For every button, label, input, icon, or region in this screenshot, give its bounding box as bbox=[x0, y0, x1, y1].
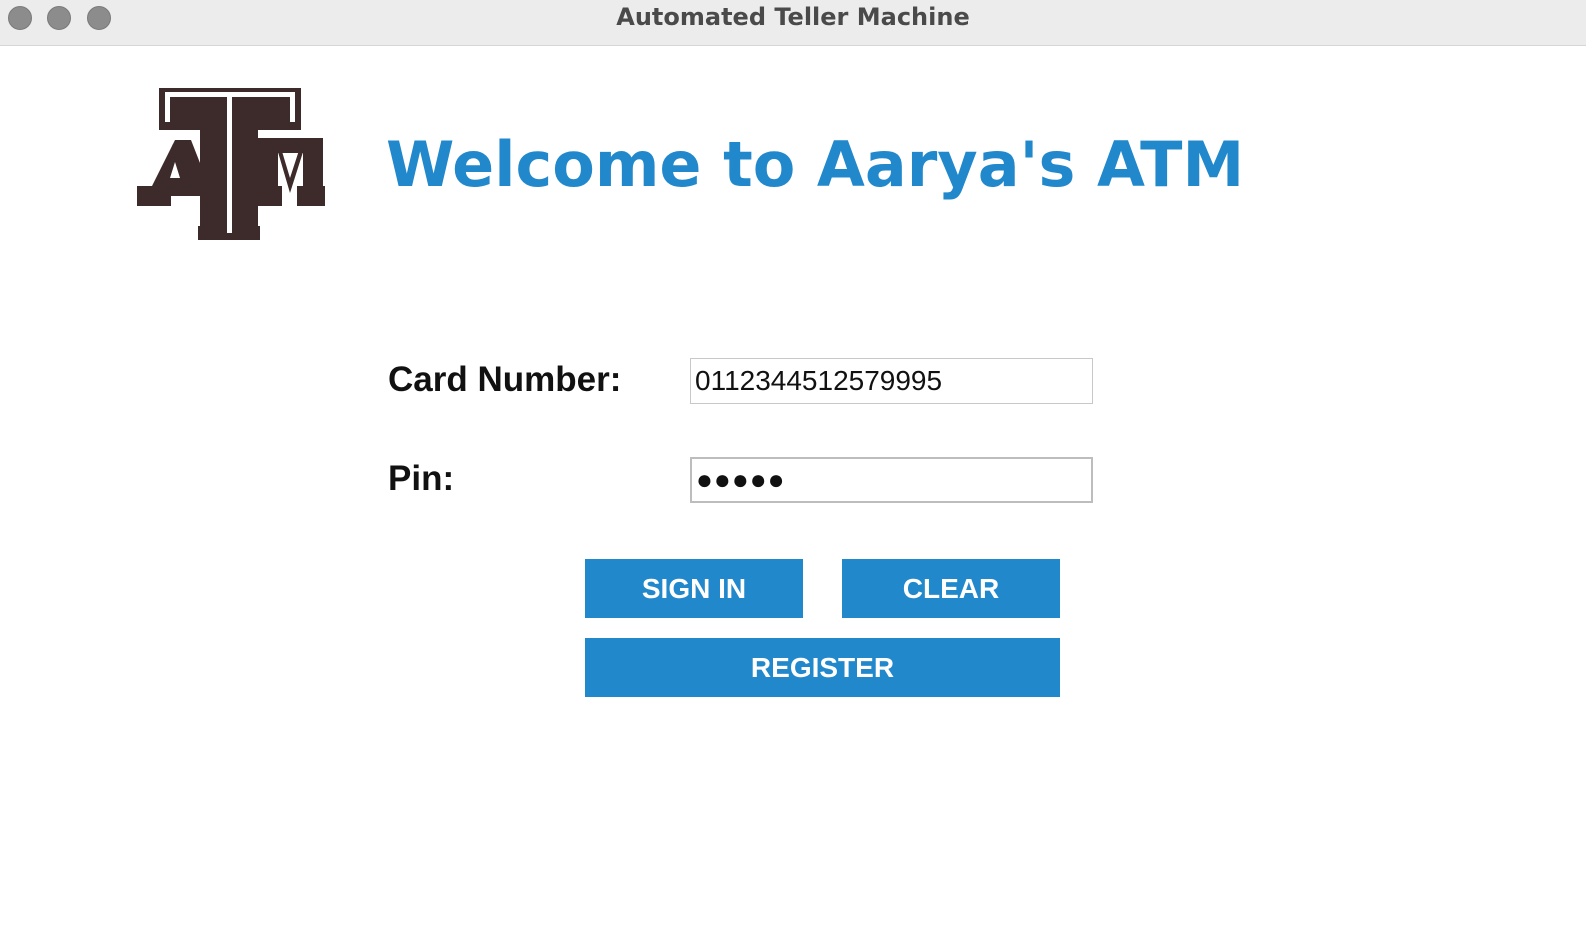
window-title: Automated Teller Machine bbox=[616, 3, 970, 31]
clear-button[interactable]: CLEAR bbox=[842, 559, 1060, 618]
atm-window: Automated Teller Machine Welcome to Aary… bbox=[0, 0, 1586, 940]
pin-label: Pin: bbox=[388, 459, 455, 498]
register-button[interactable]: REGISTER bbox=[585, 638, 1060, 697]
tamu-atm-logo bbox=[137, 88, 325, 240]
title-bar: Automated Teller Machine bbox=[0, 0, 1586, 46]
pin-input[interactable] bbox=[690, 457, 1093, 503]
sign-in-button[interactable]: SIGN IN bbox=[585, 559, 803, 618]
card-number-label: Card Number: bbox=[388, 360, 622, 399]
welcome-heading: Welcome to Aarya's ATM bbox=[386, 128, 1245, 201]
card-number-input[interactable] bbox=[690, 358, 1093, 404]
